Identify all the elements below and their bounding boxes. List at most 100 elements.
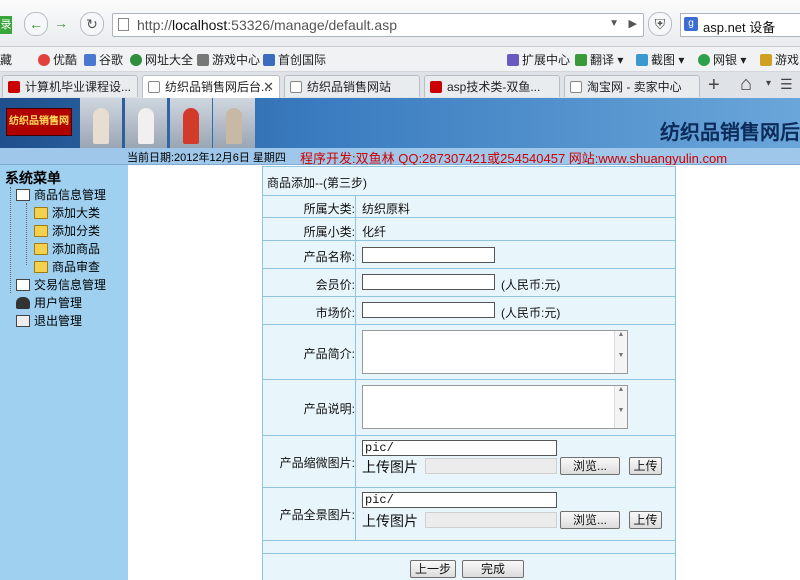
divider xyxy=(355,196,356,217)
sidebar-item-product-review[interactable]: 商品审查 xyxy=(34,258,100,275)
refresh-icon[interactable]: ↻ xyxy=(80,12,104,36)
tab-5[interactable]: 淘宝网 - 卖家中心 xyxy=(564,75,700,97)
field-label: 产品全景图片: xyxy=(279,508,355,522)
prev-step-button[interactable]: 上一步 xyxy=(410,560,456,578)
bookmark-item[interactable]: 首创国际 xyxy=(263,51,326,68)
currency-note: (人民币:元) xyxy=(501,278,561,292)
bookmark-item[interactable]: 网址大全 xyxy=(130,51,193,68)
sidebar-item-product-management[interactable]: 商品信息管理 xyxy=(16,186,106,203)
tab-1[interactable]: 计算机毕业课程设... xyxy=(2,75,138,97)
divider xyxy=(355,269,356,296)
upload-label: 上传图片 xyxy=(362,513,418,529)
full-pic-input[interactable]: pic/ xyxy=(362,492,557,508)
currency-note: (人民币:元) xyxy=(501,306,561,320)
field-label: 所属小类: xyxy=(303,225,355,239)
sidebar-item-add-subcategory[interactable]: 添加分类 xyxy=(34,222,100,239)
tree-line xyxy=(26,203,27,265)
side-stub: 录 xyxy=(0,16,12,34)
scrollbar[interactable]: ▲ ▼ xyxy=(614,331,627,373)
dropdown-icon[interactable]: ▼ xyxy=(609,18,619,29)
full-file-field[interactable] xyxy=(425,512,557,528)
bookmark-item[interactable]: 谷歌 xyxy=(84,51,123,68)
sidebar-item-user-management[interactable]: 用户管理 xyxy=(16,294,82,311)
small-category-value: 化纤 xyxy=(362,225,387,239)
divider xyxy=(355,380,356,435)
tab-4[interactable]: asp技术类-双鱼... xyxy=(424,75,560,97)
tree-line xyxy=(10,187,11,293)
tab-favicon xyxy=(290,81,302,93)
folder-icon xyxy=(34,261,48,273)
bookmark-item[interactable]: 藏 xyxy=(0,51,12,68)
form-heading: 商品添加--(第三步) xyxy=(267,176,367,190)
forward-icon[interactable]: → xyxy=(50,12,72,34)
shield-icon[interactable]: ⛨ xyxy=(648,12,672,36)
divider xyxy=(355,325,356,379)
upload-label: 上传图片 xyxy=(362,459,418,475)
browser-toolbar: 录 ← → ↻ http://localhost:53326/manage/de… xyxy=(0,0,800,47)
bookmark-item[interactable]: 截图 ▾ xyxy=(636,51,684,68)
tab-2[interactable]: 纺织品销售网后台... ✕ xyxy=(142,75,280,99)
upload-button[interactable]: 上传 xyxy=(629,511,662,529)
tab-favicon xyxy=(8,81,20,93)
bookmarks-bar: 藏 优酷 谷歌 网址大全 游戏中心 首创国际 扩展中心 翻译 ▾ 截图 ▾ 网银… xyxy=(0,47,800,72)
sidebar-item-logout[interactable]: 退出管理 xyxy=(16,312,82,329)
tab-favicon xyxy=(570,81,582,93)
bookmark-item[interactable]: 网银 ▾ xyxy=(698,51,746,68)
banner-photo xyxy=(170,98,212,148)
bookmark-item[interactable]: 优酷 xyxy=(38,51,77,68)
bookmark-item[interactable]: 游戏中心 xyxy=(197,51,260,68)
field-label: 产品简介: xyxy=(303,347,355,361)
scrollbar[interactable]: ▲ ▼ xyxy=(614,386,627,428)
url-text: http://localhost:53326/manage/default.as… xyxy=(137,17,397,33)
sidebar-item-add-product[interactable]: 添加商品 xyxy=(34,240,100,257)
tab-favicon xyxy=(148,81,160,93)
tab-strip: 计算机毕业课程设... 纺织品销售网后台... ✕ 纺织品销售网站 asp技术类-… xyxy=(0,72,800,99)
close-icon[interactable]: ✕ xyxy=(263,76,274,98)
finish-button[interactable]: 完成 xyxy=(462,560,524,578)
chevron-down-icon[interactable]: ▾ xyxy=(766,78,771,89)
info-bar: 当前日期:2012年12月6日 星期四 程序开发:双鱼林 QQ:28730742… xyxy=(0,148,800,166)
sidebar-item-transaction-management[interactable]: 交易信息管理 xyxy=(16,276,106,293)
divider xyxy=(355,436,356,487)
big-category-value: 纺织原料 xyxy=(362,202,411,216)
folder-icon xyxy=(34,207,48,219)
thumb-pic-input[interactable]: pic/ xyxy=(362,440,557,456)
bookmark-item[interactable]: 翻译 ▾ xyxy=(575,51,623,68)
upload-button[interactable]: 上传 xyxy=(629,457,662,475)
new-tab-button[interactable]: + xyxy=(708,74,720,97)
bookmark-item[interactable]: 游戏 xyxy=(760,51,799,68)
browse-button[interactable]: 浏览... xyxy=(560,457,620,475)
field-label: 产品名称: xyxy=(303,250,355,264)
divider xyxy=(355,241,356,268)
sidebar-item-add-category[interactable]: 添加大类 xyxy=(34,204,100,221)
address-bar[interactable]: http://localhost:53326/manage/default.as… xyxy=(112,13,644,37)
back-icon[interactable]: ← xyxy=(24,12,48,36)
current-date: 当前日期:2012年12月6日 星期四 xyxy=(127,152,286,164)
form-row: 所属大类: 纺织原料 xyxy=(262,195,676,218)
search-text: asp.net 设备 xyxy=(703,20,776,35)
field-label: 会员价: xyxy=(315,278,355,292)
page-icon xyxy=(118,18,129,31)
field-label: 产品缩微图片: xyxy=(279,456,355,470)
tab-favicon xyxy=(430,81,442,93)
form-buttons-row: 上一步 完成 xyxy=(262,553,676,580)
banner-photo xyxy=(80,98,122,148)
logout-icon xyxy=(16,315,30,327)
go-icon[interactable]: ▶ xyxy=(629,17,637,30)
form-row xyxy=(262,540,676,554)
member-price-input[interactable] xyxy=(362,274,495,290)
menu-icon[interactable]: ☰ xyxy=(780,76,793,93)
product-desc-textarea[interactable]: ▲ ▼ xyxy=(362,385,628,429)
folder-open-icon xyxy=(16,189,30,201)
browse-button[interactable]: 浏览... xyxy=(560,511,620,529)
search-box[interactable]: g asp.net 设备 xyxy=(680,13,800,37)
home-icon[interactable]: ⌂ xyxy=(740,73,752,96)
market-price-input[interactable] xyxy=(362,302,495,318)
thumb-file-field[interactable] xyxy=(425,458,557,474)
product-intro-textarea[interactable]: ▲ ▼ xyxy=(362,330,628,374)
bookmark-item[interactable]: 扩展中心 xyxy=(507,51,570,68)
product-name-input[interactable] xyxy=(362,247,495,263)
form-row: 产品全景图片: pic/ 上传图片 浏览... 上传 xyxy=(262,487,676,541)
sidebar-title: 系统菜单 xyxy=(5,170,61,186)
tab-3[interactable]: 纺织品销售网站 xyxy=(284,75,420,97)
